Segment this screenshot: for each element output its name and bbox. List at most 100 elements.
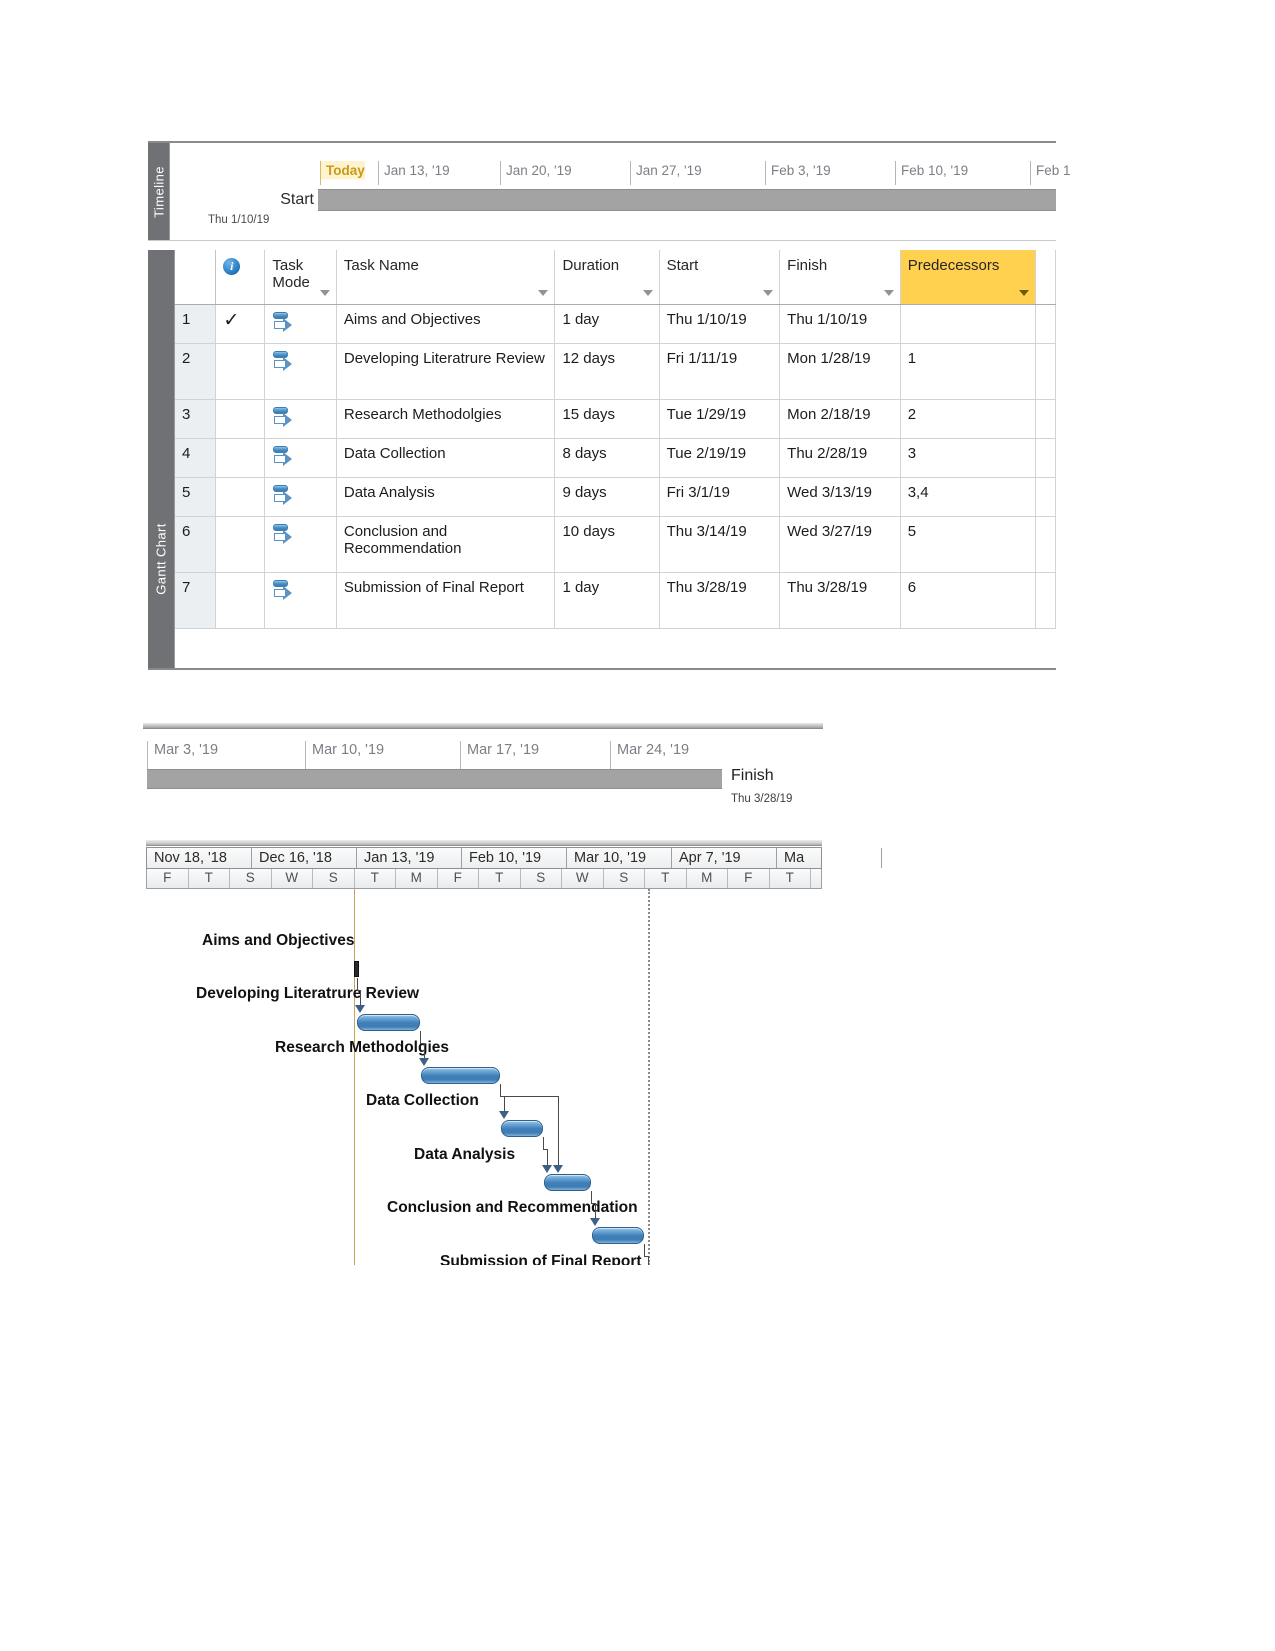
chevron-down-icon[interactable] bbox=[538, 289, 549, 296]
column-header-duration[interactable]: Duration bbox=[554, 250, 660, 305]
row-predecessors-cell[interactable] bbox=[900, 304, 1036, 344]
row-indicator-cell[interactable] bbox=[215, 477, 266, 517]
row-id-cell[interactable]: 6 bbox=[175, 516, 217, 573]
chevron-down-icon[interactable] bbox=[1018, 289, 1029, 296]
row-task-name-cell[interactable]: Aims and Objectives bbox=[336, 304, 556, 344]
row-task-mode-cell[interactable] bbox=[264, 343, 337, 400]
row-duration-cell[interactable]: 1 day bbox=[554, 572, 660, 629]
gantt-timescale-days[interactable]: FTSWSTMFTSWSTMFT bbox=[146, 869, 822, 889]
table-row[interactable]: 2 Developing Literatrure Review 12 days Fri… bbox=[175, 343, 1056, 400]
column-header-indicators[interactable]: i bbox=[215, 250, 266, 305]
row-task-mode-cell[interactable] bbox=[264, 572, 337, 629]
gantt-task-bar[interactable] bbox=[357, 1014, 420, 1031]
gantt-spine-label: Gantt Chart bbox=[153, 523, 169, 596]
table-row[interactable]: 6 Conclusion and Recommendation 10 days Thu… bbox=[175, 516, 1056, 573]
gantt-task-bar[interactable] bbox=[421, 1067, 500, 1084]
row-predecessors-cell[interactable]: 3,4 bbox=[900, 477, 1036, 517]
gantt-timescale-months[interactable]: Nov 18, '18 Dec 16, '18 Jan 13, '19 Feb 10,… bbox=[146, 847, 882, 869]
row-task-mode-cell[interactable] bbox=[264, 438, 337, 478]
row-task-name-cell[interactable]: Research Methodolgies bbox=[336, 399, 556, 439]
chevron-down-icon[interactable] bbox=[763, 289, 774, 296]
row-duration-cell[interactable]: 12 days bbox=[554, 343, 660, 400]
row-start-cell[interactable]: Fri 3/1/19 bbox=[659, 477, 781, 517]
gantt-link-line bbox=[648, 1256, 649, 1265]
column-header-finish[interactable]: Finish bbox=[779, 250, 901, 305]
row-predecessors-cell[interactable]: 5 bbox=[900, 516, 1036, 573]
row-task-mode-cell[interactable] bbox=[264, 399, 337, 439]
gantt-milestone-bar[interactable] bbox=[354, 961, 359, 977]
row-id-cell[interactable]: 4 bbox=[175, 438, 217, 478]
row-start-cell[interactable]: Thu 1/10/19 bbox=[659, 304, 781, 344]
row-start-cell[interactable]: Thu 3/14/19 bbox=[659, 516, 781, 573]
row-id-cell[interactable]: 5 bbox=[175, 477, 217, 517]
row-task-name-cell[interactable]: Conclusion and Recommendation bbox=[336, 516, 556, 573]
row-finish-cell[interactable]: Mon 2/18/19 bbox=[779, 399, 901, 439]
row-predecessors-cell[interactable]: 6 bbox=[900, 572, 1036, 629]
row-start-cell[interactable]: Fri 1/11/19 bbox=[659, 343, 781, 400]
gantt-task-bar[interactable] bbox=[501, 1120, 543, 1137]
row-finish-cell[interactable]: Wed 3/13/19 bbox=[779, 477, 901, 517]
timeline2-span-bar[interactable] bbox=[147, 769, 722, 789]
column-header-task-name[interactable]: Task Name bbox=[336, 250, 556, 305]
row-task-name-cell[interactable]: Developing Literatrure Review bbox=[336, 343, 556, 400]
table-row[interactable]: 5 Data Analysis 9 days Fri 3/1/19 Wed 3/13/1… bbox=[175, 477, 1056, 517]
row-indicator-cell[interactable] bbox=[215, 399, 266, 439]
row-id-cell[interactable]: 7 bbox=[175, 572, 217, 629]
row-task-mode-cell[interactable] bbox=[264, 477, 337, 517]
row-extra-cell bbox=[1035, 343, 1056, 400]
chevron-down-icon[interactable] bbox=[319, 289, 330, 296]
row-duration-cell[interactable]: 10 days bbox=[554, 516, 660, 573]
row-finish-cell[interactable]: Mon 1/28/19 bbox=[779, 343, 901, 400]
row-indicator-cell[interactable] bbox=[215, 343, 266, 400]
row-task-name-cell[interactable]: Data Collection bbox=[336, 438, 556, 478]
row-finish-cell[interactable]: Thu 2/28/19 bbox=[779, 438, 901, 478]
row-finish-cell[interactable]: Thu 3/28/19 bbox=[779, 572, 901, 629]
row-start-cell[interactable]: Tue 2/19/19 bbox=[659, 438, 781, 478]
timeline-span-bar[interactable] bbox=[318, 189, 1056, 211]
timeline2-finish-date: Thu 3/28/19 bbox=[731, 793, 793, 805]
row-extra-cell bbox=[1035, 438, 1056, 478]
table-row[interactable]: 4 Data Collection 8 days Tue 2/19/19 Thu 2/2… bbox=[175, 438, 1056, 478]
row-duration-cell[interactable]: 1 day bbox=[554, 304, 660, 344]
row-predecessors-cell[interactable]: 1 bbox=[900, 343, 1036, 400]
row-task-mode-cell[interactable] bbox=[264, 304, 337, 344]
row-finish-cell[interactable]: Wed 3/27/19 bbox=[779, 516, 901, 573]
timeline-view-spine[interactable]: Timeline bbox=[148, 143, 170, 240]
row-indicator-cell[interactable] bbox=[215, 516, 266, 573]
row-id-cell[interactable]: 2 bbox=[175, 343, 217, 400]
row-finish-cell[interactable]: Thu 1/10/19 bbox=[779, 304, 901, 344]
row-predecessors-cell[interactable]: 3 bbox=[900, 438, 1036, 478]
chevron-down-icon[interactable] bbox=[642, 289, 653, 296]
gantt-bar-label: Developing Literatrure Review bbox=[196, 985, 420, 1002]
table-row[interactable]: 7 Submission of Final Report 1 day Thu 3/28… bbox=[175, 572, 1056, 629]
timeline-tick: Feb 10, '19 bbox=[895, 161, 968, 185]
gantt-task-bar[interactable] bbox=[592, 1227, 644, 1244]
table-row[interactable]: 3 Research Methodolgies 15 days Tue 1/29/19… bbox=[175, 399, 1056, 439]
row-indicator-cell[interactable] bbox=[215, 572, 266, 629]
column-header-start[interactable]: Start bbox=[659, 250, 781, 305]
chevron-down-icon[interactable] bbox=[883, 289, 894, 296]
row-duration-cell[interactable]: 9 days bbox=[554, 477, 660, 517]
column-header-next[interactable] bbox=[1035, 250, 1056, 305]
column-header-task-mode[interactable]: Task Mode bbox=[264, 250, 337, 305]
row-predecessors-cell[interactable]: 2 bbox=[900, 399, 1036, 439]
gantt-chart-view-spine[interactable]: Gantt Chart bbox=[148, 250, 175, 668]
row-start-cell[interactable]: Thu 3/28/19 bbox=[659, 572, 781, 629]
row-id-cell[interactable]: 1 bbox=[175, 304, 217, 344]
row-duration-cell[interactable]: 8 days bbox=[554, 438, 660, 478]
row-duration-cell[interactable]: 15 days bbox=[554, 399, 660, 439]
timeline-scale: Today Jan 13, '19 Jan 20, '19 Jan 27, '19 Fe… bbox=[170, 143, 1071, 189]
row-indicator-cell[interactable]: ✓ bbox=[215, 304, 266, 344]
column-header-predecessors[interactable]: Predecessors bbox=[900, 250, 1036, 305]
gantt-chart-canvas[interactable]: Aims and Objectives Developing Literatrur… bbox=[146, 889, 822, 1265]
gantt-task-bar[interactable] bbox=[544, 1174, 591, 1191]
gantt-day-header: T bbox=[479, 869, 521, 888]
row-indicator-cell[interactable] bbox=[215, 438, 266, 478]
row-start-cell[interactable]: Tue 1/29/19 bbox=[659, 399, 781, 439]
row-id-cell[interactable]: 3 bbox=[175, 399, 217, 439]
gantt-day-header: S bbox=[313, 869, 355, 888]
row-task-name-cell[interactable]: Data Analysis bbox=[336, 477, 556, 517]
row-task-name-cell[interactable]: Submission of Final Report bbox=[336, 572, 556, 629]
row-task-mode-cell[interactable] bbox=[264, 516, 337, 573]
table-row[interactable]: 1 ✓ Aims and Objectives 1 day Thu 1/10/19 Thu… bbox=[175, 304, 1056, 344]
